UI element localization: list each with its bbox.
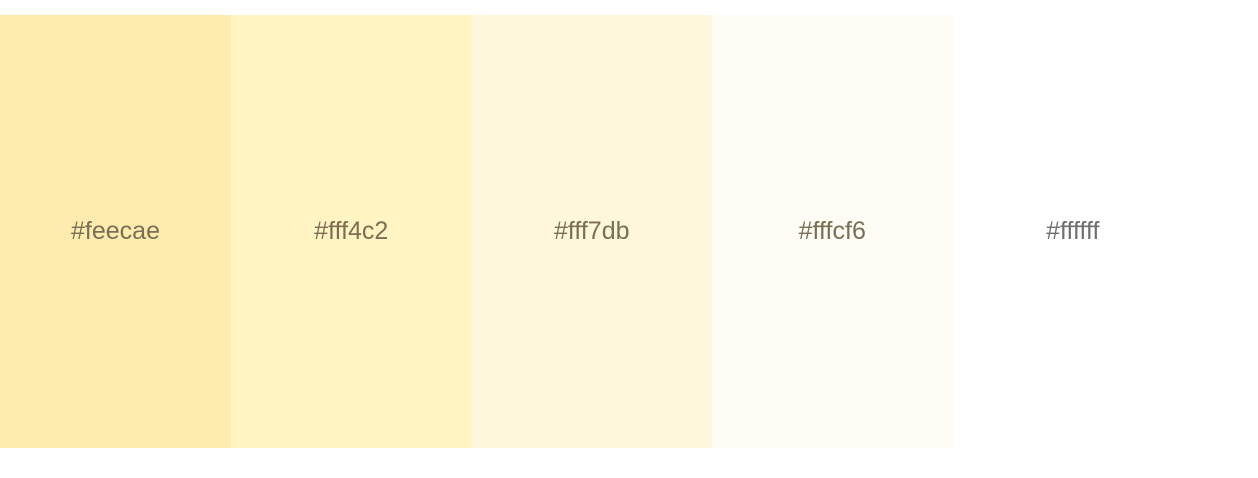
swatch-feecae[interactable]: #feecae: [0, 15, 231, 448]
swatch-ffffff[interactable]: #ffffff: [952, 15, 1193, 448]
swatch-strip: #feecae #fff4c2 #fff7db #fffcf6 #ffffff: [0, 15, 1193, 448]
page: #feecae #fff4c2 #fff7db #fffcf6 #ffffff: [0, 0, 1258, 478]
swatch-label: #fff7db: [553, 217, 630, 245]
swatch-fff4c2[interactable]: #fff4c2: [231, 15, 472, 448]
swatch-label: #feecae: [71, 217, 160, 245]
swatch-label: #ffffff: [1046, 217, 1100, 245]
palette-card: #feecae #fff4c2 #fff7db #fffcf6 #ffffff: [0, 0, 1216, 478]
swatch-label: #fffcf6: [798, 217, 866, 245]
swatch-fffcf6[interactable]: #fffcf6: [712, 15, 953, 448]
swatch-fff7db[interactable]: #fff7db: [471, 15, 712, 448]
swatch-label: #fff4c2: [314, 217, 389, 245]
page-margin: [1216, 0, 1258, 478]
